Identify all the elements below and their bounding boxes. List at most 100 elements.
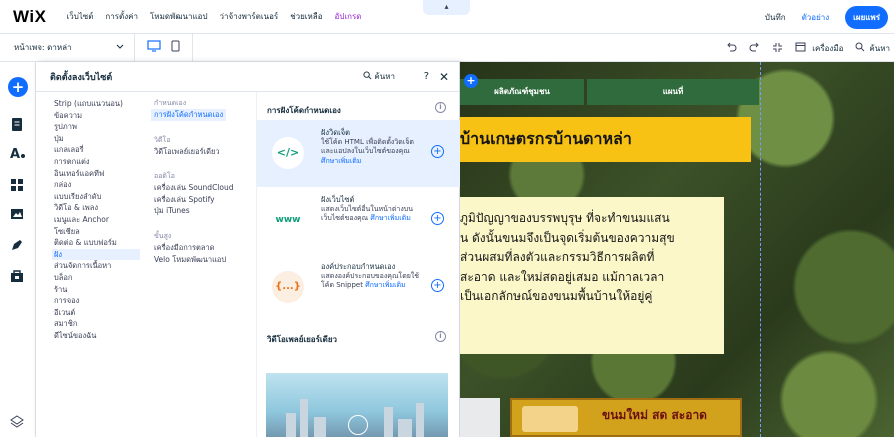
panel-title: ติดตั้งลงเว็บไซต์ — [50, 72, 113, 83]
info-icon[interactable]: i — [435, 102, 446, 113]
video-player-thumbnail[interactable] — [266, 373, 448, 437]
collapse-toolbar-tab[interactable]: ▴ — [423, 0, 470, 15]
nav-item-map[interactable]: แผนที่ — [587, 79, 759, 105]
pen-icon[interactable] — [10, 238, 26, 254]
tools-button[interactable]: เครื่องมือ — [812, 42, 843, 55]
learn-more-link[interactable]: ศึกษาเพิ่มเติม — [365, 281, 405, 289]
menu-settings[interactable]: การตั้งค่า — [105, 10, 138, 23]
add-elements-button[interactable]: + — [8, 77, 28, 97]
www-icon: www — [272, 204, 304, 236]
category-item[interactable]: ติดต่อ & แบบฟอร์ม — [54, 237, 140, 249]
learn-more-link[interactable]: ศึกษาเพิ่มเติม — [321, 157, 361, 165]
menu-upgrade[interactable]: อัปเกรด — [335, 10, 362, 23]
about-text-box[interactable]: ภูมิปัญญาของบรรพบุรุษ ที่จะทำขนมแสน น ดั… — [460, 197, 724, 354]
menu-hire-partner[interactable]: ว่าจ้างพาร์ตเนอร์ — [220, 10, 279, 23]
redo-icon[interactable] — [749, 42, 760, 54]
category-item[interactable]: แกลเลอรี่ — [54, 144, 140, 156]
subcategory-item[interactable]: เครื่องเล่น SoundCloud — [154, 182, 244, 194]
add-icon[interactable]: + — [431, 145, 444, 158]
add-icon[interactable]: + — [431, 212, 444, 225]
undo-icon[interactable] — [726, 42, 737, 54]
about-text: ภูมิปัญญาของบรรพบุรุษ ที่จะทำขนมแสน น ดั… — [460, 209, 724, 307]
menu-site[interactable]: เว็บไซต์ — [66, 10, 93, 23]
category-item[interactable]: ข้อความ — [54, 110, 140, 122]
business-icon[interactable] — [10, 269, 26, 285]
snack-image — [522, 406, 578, 432]
category-item[interactable]: วิดีโอ & เพลง — [54, 202, 140, 214]
card-title: ฝังวิดเจ็ต — [321, 128, 350, 137]
zoom-out-icon[interactable] — [772, 42, 783, 55]
add-section-icon[interactable]: + — [464, 74, 478, 88]
page-selector[interactable]: หน้าเพจ: ดาหล่า — [14, 41, 124, 54]
embed-widget-card[interactable]: </> ฝังวิดเจ็ต ใช้โค้ด HTML เพื่อติดตั้ง… — [257, 120, 460, 187]
top-bar: WiX เว็บไซต์ การตั้งค่า โหมดพัฒนาแอป ว่า… — [0, 0, 894, 34]
category-item[interactable]: การตกแต่ง — [54, 156, 140, 168]
text-line: เป็นเอกลักษณ์ของขนมพื้นบ้านให้อยู่คู่ — [460, 289, 653, 303]
category-item[interactable]: บล็อก — [54, 272, 140, 284]
learn-more-link[interactable]: ศึกษาเพิ่มเติม — [370, 214, 410, 222]
media-icon[interactable] — [10, 208, 26, 224]
publish-button[interactable]: เผยแพร่ — [845, 5, 888, 29]
subcategory-item[interactable]: เครื่องมือการตลาด — [154, 242, 244, 254]
close-button[interactable]: ✕ — [439, 70, 449, 84]
category-list: Strip (แถบแนวนอน) ข้อความ รูปภาพ ปุ่ม แกลเลอ… — [52, 98, 140, 342]
subcategory-item[interactable]: เครื่องเล่น Spotify — [154, 194, 244, 206]
section-title: การฝังโค้ดกำหนดเอง i — [257, 92, 460, 120]
category-item[interactable]: การจอง — [54, 295, 140, 307]
promo-banner[interactable]: ขนมใหม่ สด สะอาด — [510, 398, 742, 437]
category-item[interactable]: ฝัง — [52, 248, 140, 261]
category-item[interactable]: ส่วนจัดการเนื้อหา — [54, 260, 140, 272]
device-switcher — [147, 40, 190, 55]
category-item[interactable]: Strip (แถบแนวนอน) — [54, 98, 140, 110]
title-banner[interactable]: บ้านเกษตรกรบ้านดาหล่า — [460, 117, 751, 162]
custom-element-card[interactable]: {...} องค์ประกอบกำหนดเอง แสดงองค์ประกอบข… — [257, 254, 460, 321]
preview-button[interactable]: ตัวอย่าง — [802, 11, 830, 24]
card-title: องค์ประกอบกำหนดเอง — [321, 262, 396, 271]
desktop-icon[interactable] — [147, 40, 161, 55]
save-button[interactable]: บันทึก — [765, 11, 786, 24]
embed-site-card[interactable]: www ฝังเว็บไซต์ แสดงเว็บไซต์อื่นในหน้าต่… — [257, 187, 460, 254]
category-item[interactable]: แบบเรียงลำดับ — [54, 191, 140, 203]
search-button[interactable]: ค้นหา — [869, 42, 890, 55]
site-canvas[interactable]: ผลิตภัณฑ์ชุมชน แผนที่ + บ้านเกษตรกรบ้านด… — [460, 62, 894, 437]
layers-icon[interactable] — [10, 415, 26, 431]
text-line: ภูมิปัญญาของบรรพบุรุษ ที่จะทำขนมแสน — [460, 211, 670, 225]
subcategory-item[interactable]: การฝังโค้ดกำหนดเอง — [151, 109, 227, 121]
category-item[interactable]: ดีไซน์ของฉัน — [54, 330, 140, 342]
pages-icon[interactable] — [10, 117, 26, 133]
nav-item-community-products[interactable]: ผลิตภัณฑ์ชุมชน — [460, 79, 584, 105]
theme-manager-icon[interactable]: A — [10, 146, 26, 162]
category-item[interactable]: สมาชิก — [54, 318, 140, 330]
image-strip[interactable] — [460, 398, 500, 437]
add-icon[interactable]: + — [431, 279, 444, 292]
subcategory-item[interactable]: ปุ่ม iTunes — [154, 205, 244, 217]
category-item[interactable]: โซเชียล — [54, 226, 140, 238]
panel-search[interactable]: ค้นหา — [363, 70, 395, 83]
menu-dev-mode[interactable]: โหมดพัฒนาแอป — [150, 10, 208, 23]
info-icon[interactable]: i — [435, 331, 446, 342]
category-item[interactable]: รูปภาพ — [54, 121, 140, 133]
help-button[interactable]: ? — [424, 71, 429, 82]
tools-icon[interactable] — [795, 42, 806, 54]
category-item[interactable]: อินเทอร์แอคทีฟ — [54, 168, 140, 180]
svg-text:A: A — [10, 147, 20, 160]
divider — [192, 33, 193, 62]
top-right-actions: บันทึก ตัวอย่าง เผยแพร่ — [765, 0, 894, 34]
subcategory-item[interactable]: Velo โหมดพัฒนาแอป — [154, 254, 244, 266]
category-item[interactable]: เมนูและ Anchor — [54, 214, 140, 226]
add-apps-icon[interactable] — [10, 178, 26, 194]
mobile-icon[interactable] — [171, 40, 180, 55]
menu-help[interactable]: ช่วยเหลือ — [290, 10, 322, 23]
strip-guide — [760, 62, 894, 437]
wix-logo[interactable]: WiX — [13, 7, 46, 27]
custom-element-icon: {...} — [272, 271, 304, 303]
category-item[interactable]: กล่อง — [54, 179, 140, 191]
category-item[interactable]: ร้าน — [54, 284, 140, 296]
top-menu: เว็บไซต์ การตั้งค่า โหมดพัฒนาแอป ว่าจ้าง… — [66, 10, 373, 23]
panel-header: ติดตั้งลงเว็บไซต์ ค้นหา ? ✕ — [36, 62, 459, 92]
category-item[interactable]: ปุ่ม — [54, 133, 140, 145]
search-icon[interactable] — [855, 42, 865, 54]
subcategory-list: กำหนดเอง การฝังโค้ดกำหนดเอง วิดีโอ วิดีโ… — [151, 98, 244, 266]
subcategory-item[interactable]: วิดีโอเพลย์เยอร์เดียว — [154, 146, 244, 158]
category-item[interactable]: อีเวนต์ — [54, 307, 140, 319]
